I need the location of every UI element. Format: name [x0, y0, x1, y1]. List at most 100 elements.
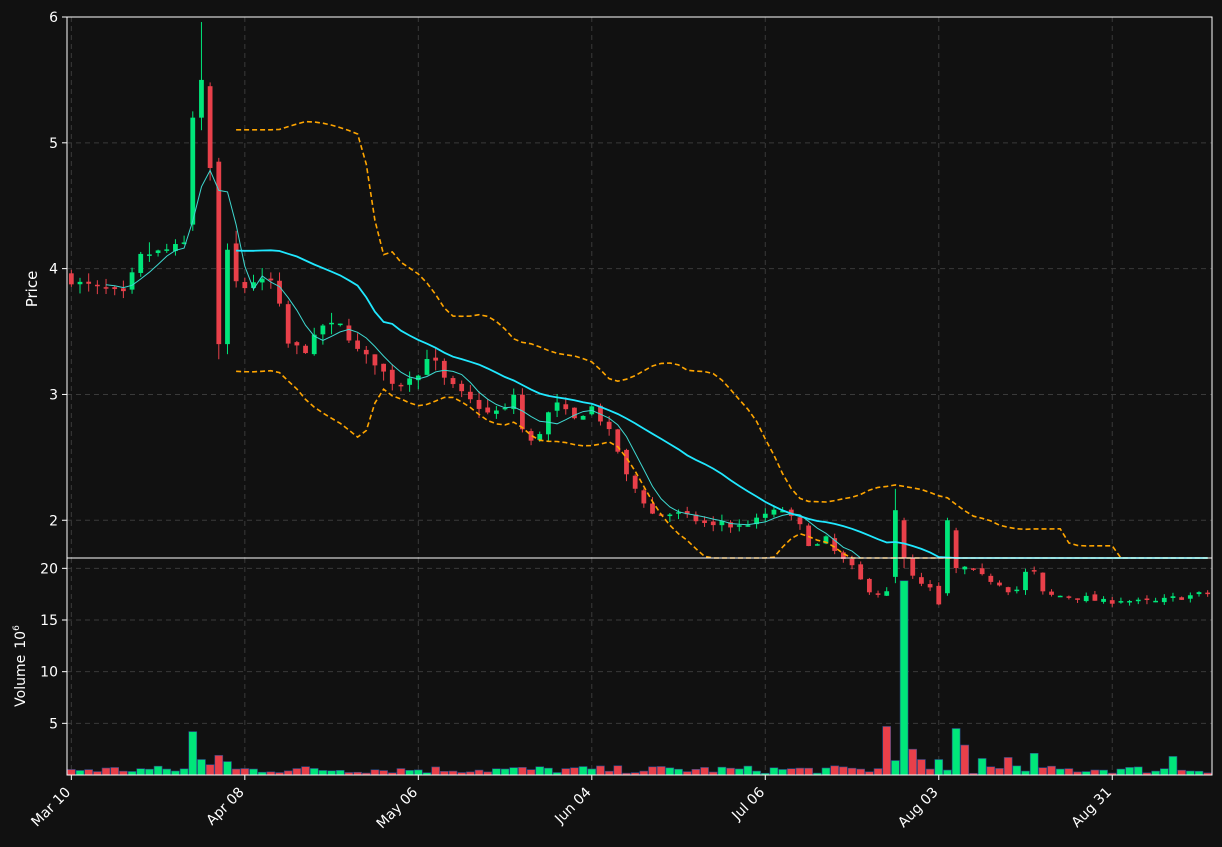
volume-bar: [726, 767, 735, 776]
candle-body: [381, 363, 386, 372]
candle-body: [303, 345, 308, 354]
candle-body: [68, 273, 74, 285]
volume-bar: [127, 771, 137, 776]
candle-body: [467, 391, 473, 400]
candle-body: [441, 360, 447, 378]
volume-bar: [943, 769, 952, 776]
candle-body: [346, 325, 352, 341]
volume-bar: [405, 770, 414, 776]
volume-bar: [1133, 766, 1143, 776]
candle-body: [919, 577, 924, 584]
candle-body: [1075, 598, 1080, 600]
candle-body: [493, 410, 499, 414]
candle-body: [884, 591, 890, 596]
price-tick-label: 4: [49, 262, 58, 278]
volume-bar: [648, 766, 657, 776]
volume-bar: [518, 767, 527, 776]
volume-bar: [882, 726, 892, 776]
volume-bar: [752, 770, 761, 776]
volume-bar: [960, 744, 970, 776]
volume-bar: [197, 759, 206, 776]
volume-bar: [908, 748, 918, 776]
volume-bar: [1003, 757, 1013, 776]
candle-body: [485, 407, 491, 413]
candle-body: [927, 584, 933, 588]
candle-body: [814, 544, 820, 546]
volume-bar: [379, 770, 388, 776]
volume-axis-label: Volume 106: [12, 625, 29, 707]
candle-body: [1118, 601, 1124, 603]
price-axis-label: Price: [23, 271, 41, 308]
candle-body: [147, 254, 152, 256]
candle-body: [875, 593, 881, 595]
candle-body: [476, 399, 482, 409]
volume-bar: [474, 769, 484, 776]
volume-bar: [899, 580, 909, 776]
candle-body: [580, 415, 586, 420]
volume-bar: [1151, 770, 1160, 776]
candle-body: [572, 407, 577, 419]
volume-bar: [1194, 770, 1204, 776]
candle-body: [641, 490, 647, 504]
candle-body: [997, 582, 1002, 586]
candle-body: [1023, 571, 1028, 591]
volume-tick-label: 5: [49, 716, 58, 732]
candle-body: [424, 359, 430, 375]
candle-body: [329, 322, 334, 325]
volume-bar: [492, 768, 501, 776]
volume-bar: [734, 768, 744, 776]
volume-bar: [1055, 768, 1065, 776]
volume-bar: [1047, 765, 1056, 776]
candle-body: [1205, 592, 1211, 595]
volume-bar: [700, 767, 709, 776]
volume-bar: [578, 766, 588, 776]
volume-bar: [292, 768, 302, 776]
volume-bar: [318, 770, 328, 776]
volume-bar: [804, 767, 813, 776]
volume-bar: [795, 767, 805, 776]
volume-bar: [544, 767, 553, 776]
volume-bar: [1116, 768, 1126, 776]
volume-bar: [1012, 765, 1022, 776]
volume-bar: [977, 758, 987, 776]
volume-bar: [1177, 769, 1186, 776]
volume-bar: [1064, 768, 1074, 776]
volume-bar: [839, 766, 848, 776]
volume-bar: [995, 768, 1004, 776]
volume-bar: [674, 768, 683, 776]
volume-bar: [500, 768, 510, 776]
volume-bar: [153, 765, 163, 776]
volume-bar: [75, 770, 85, 776]
candle-body: [155, 250, 161, 253]
volume-bar: [119, 770, 128, 776]
volume-axis-unit-base: 10: [13, 631, 29, 649]
candle-body: [103, 287, 109, 289]
candle-body: [554, 402, 560, 411]
price-tick-label: 3: [49, 387, 58, 403]
candle-body: [632, 475, 638, 489]
volume-bar: [214, 755, 224, 776]
volume-bar: [84, 769, 93, 776]
volume-bar: [223, 761, 232, 776]
volume-bar: [587, 768, 597, 776]
candle-body: [1049, 591, 1054, 595]
volume-bar: [1160, 768, 1169, 776]
volume-bar: [830, 765, 839, 776]
volume-bar: [509, 767, 519, 776]
candle-body: [311, 334, 317, 355]
candle-body: [216, 161, 222, 345]
volume-bar: [301, 766, 310, 776]
volume-bar: [240, 768, 250, 776]
volume-bar: [414, 769, 423, 776]
volume-bar: [743, 765, 753, 776]
volume-bar: [951, 728, 961, 776]
candle-body: [1014, 589, 1020, 592]
volume-axis-unit-exp: 6: [12, 625, 22, 631]
volume-bar: [440, 771, 449, 776]
candle-body: [337, 323, 343, 326]
volume-bar: [561, 768, 571, 776]
volume-bar: [1186, 770, 1195, 776]
volume-tick-label: 20: [40, 561, 58, 577]
candle-body: [1040, 572, 1046, 592]
volume-bar: [1168, 756, 1178, 776]
